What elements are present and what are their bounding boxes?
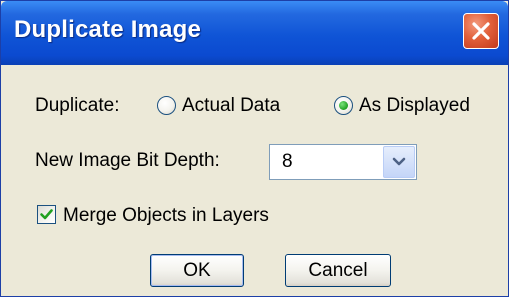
dropdown-button[interactable] [383,146,415,178]
radio-as-displayed[interactable] [334,96,353,115]
radio-actual-data[interactable] [157,96,176,115]
ok-button[interactable]: OK [150,254,244,287]
close-icon [472,22,490,40]
duplicate-label: Duplicate: [35,95,120,116]
duplicate-image-dialog: Duplicate Image Duplicate: Actual Data A… [0,0,509,297]
close-button[interactable] [463,13,499,49]
bit-depth-value: 8 [282,151,293,172]
title-bar[interactable]: Duplicate Image [1,1,508,65]
cancel-button[interactable]: Cancel [285,254,391,287]
bit-depth-select[interactable]: 8 [269,144,417,180]
radio-as-displayed-label[interactable]: As Displayed [359,95,470,117]
chevron-down-icon [392,157,406,166]
checkmark-icon [40,209,53,220]
merge-objects-checkbox[interactable] [37,205,56,224]
radio-actual-data-label[interactable]: Actual Data [182,95,280,117]
bit-depth-label: New Image Bit Depth: [35,150,220,171]
dialog-title: Duplicate Image [14,16,202,43]
radio-selected-dot [339,101,348,110]
merge-objects-label[interactable]: Merge Objects in Layers [63,205,269,227]
